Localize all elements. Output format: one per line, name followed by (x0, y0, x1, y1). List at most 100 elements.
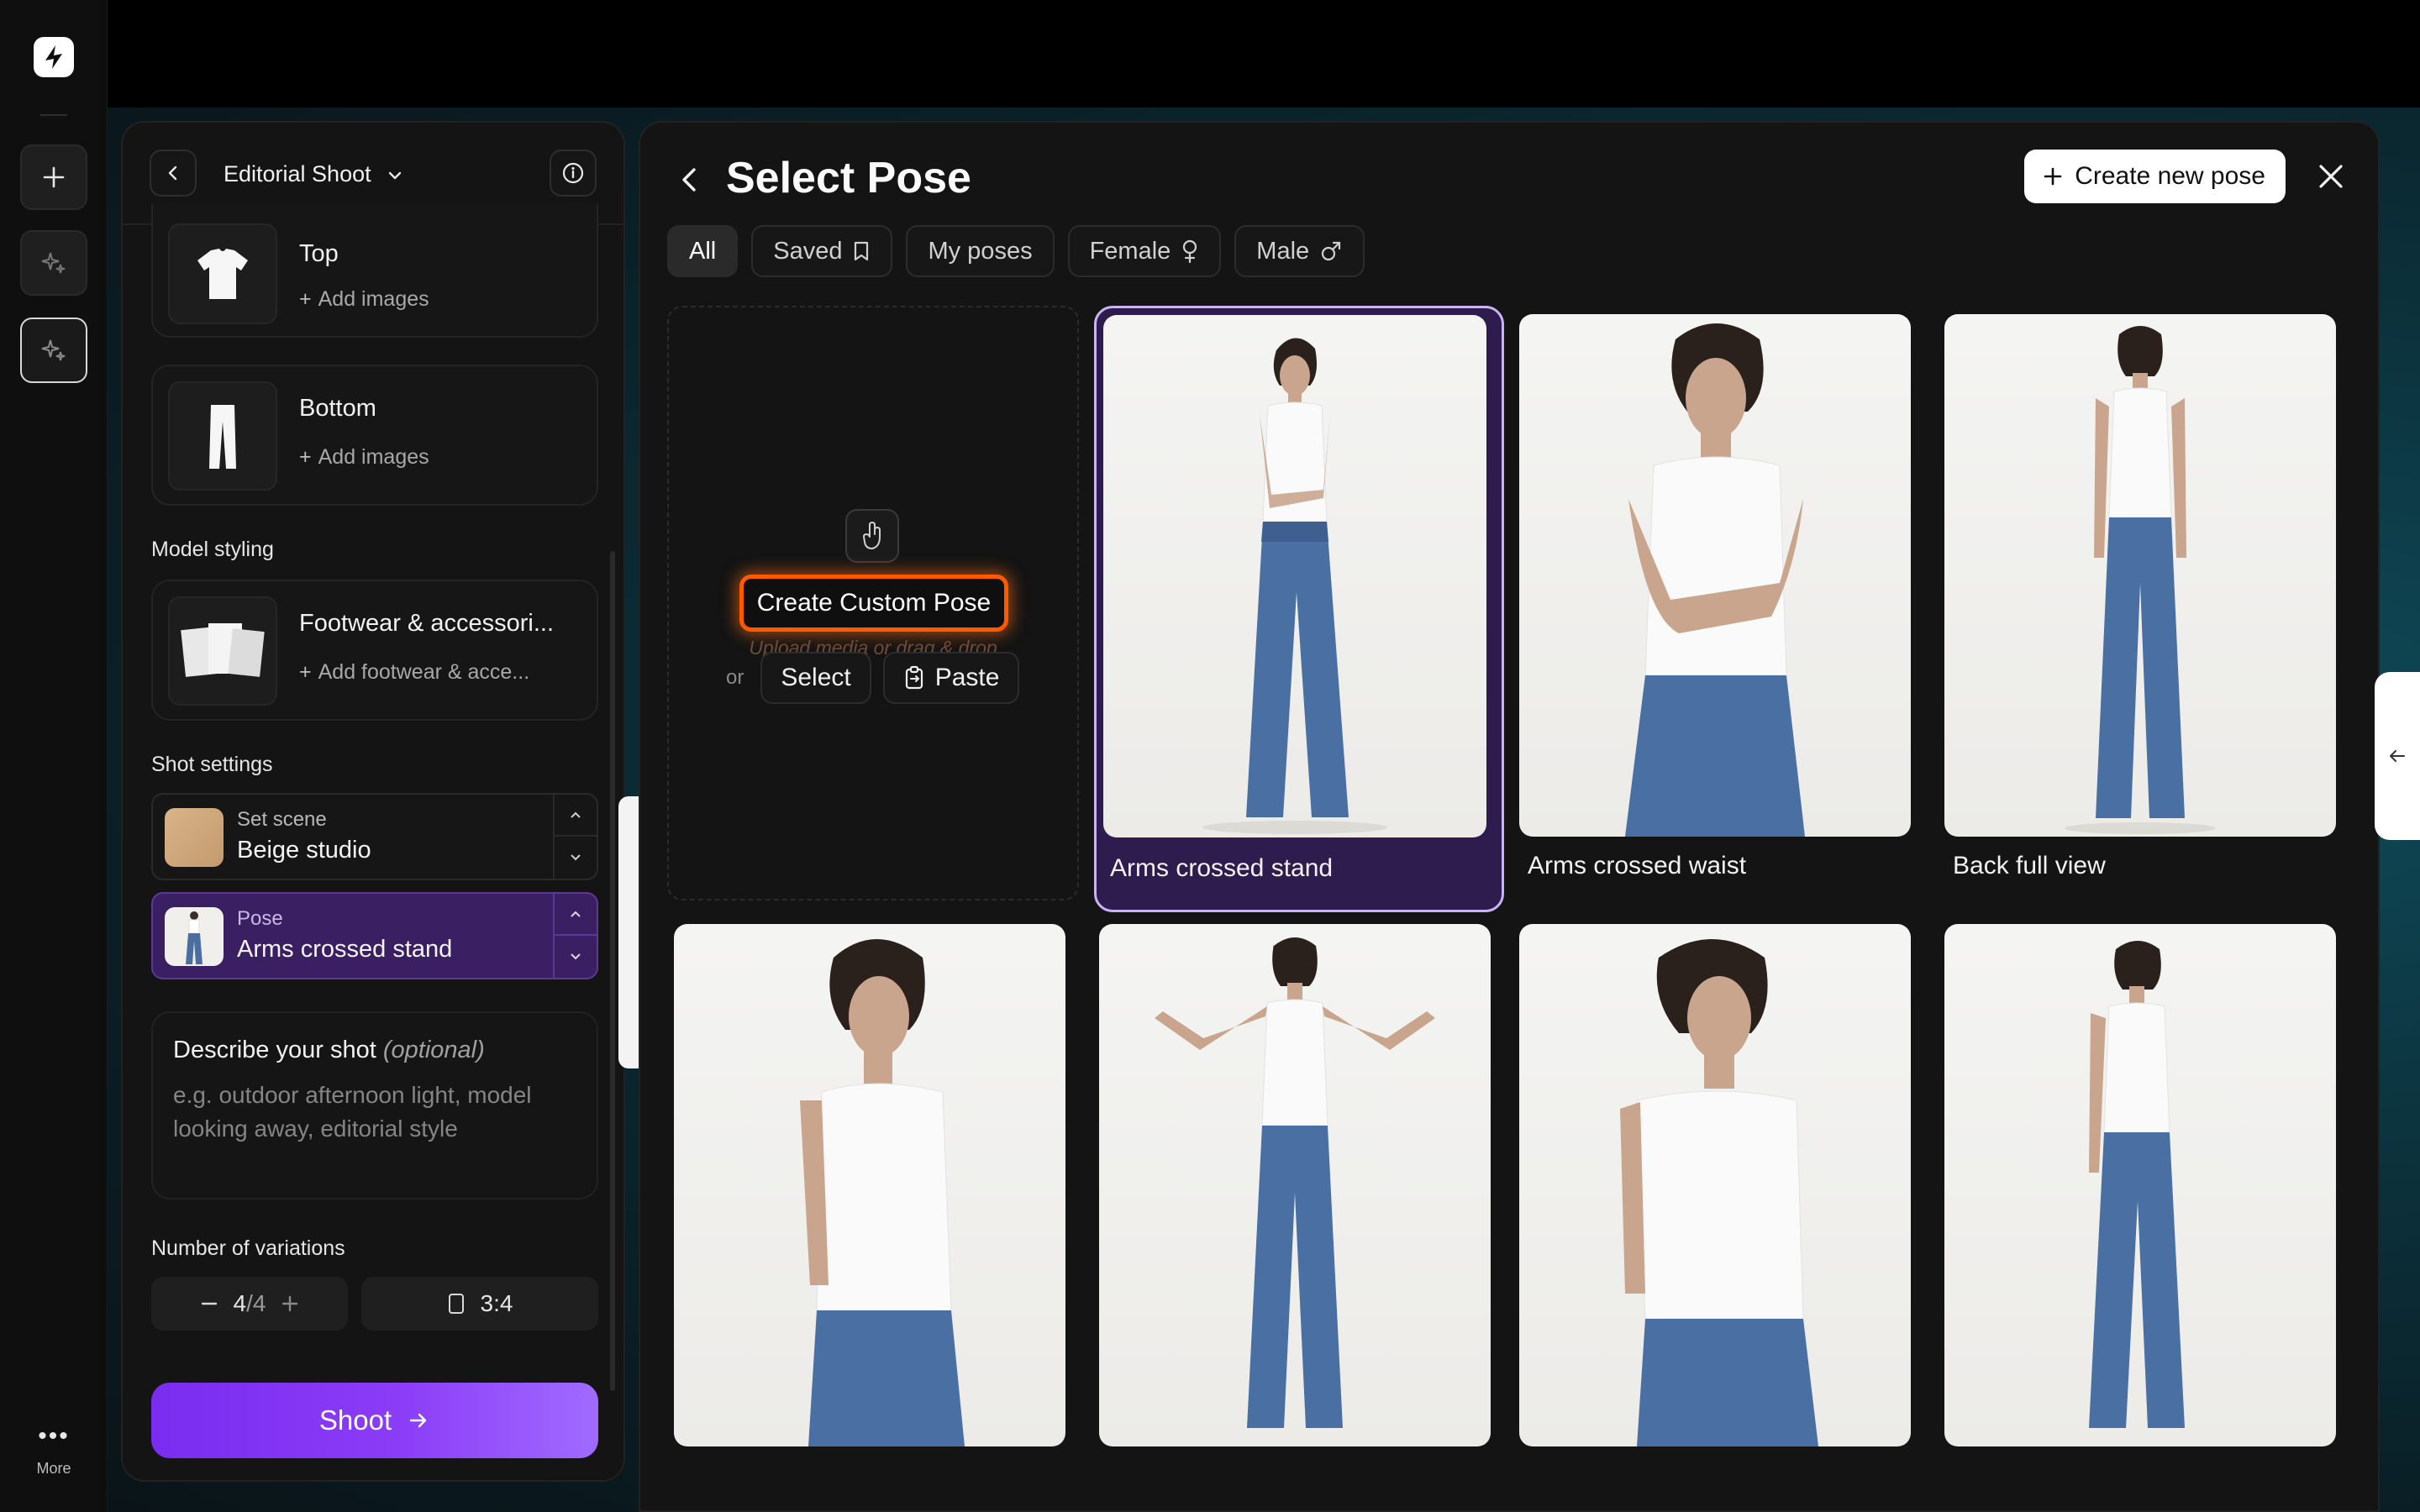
shoot-settings-panel: Editorial Shoot Top + Add images Bottom +… (121, 121, 625, 1482)
footwear-add[interactable]: + Add footwear & acce... (299, 660, 529, 685)
rail-divider (40, 114, 67, 116)
select-media-button[interactable]: Select (760, 652, 871, 704)
filter-male[interactable]: Male (1234, 225, 1365, 277)
custom-pose-actions: or Select Paste (726, 652, 1020, 704)
panel-header: Editorial Shoot (150, 150, 597, 200)
tshirt-icon (197, 249, 248, 299)
create-new-pose-label: Create new pose (2075, 162, 2265, 190)
plus-icon (43, 166, 65, 188)
app-logo-icon[interactable] (32, 35, 76, 79)
top-title: Top (299, 240, 339, 267)
arrow-right-icon (409, 1413, 427, 1428)
chevron-left-icon (682, 168, 696, 192)
pose-image (1103, 315, 1486, 837)
panel-resize-handle[interactable] (618, 796, 639, 1068)
pose-back-button[interactable] (674, 163, 704, 201)
pose-image (674, 924, 1065, 1446)
garment-bottom-card[interactable]: Bottom + Add images (151, 365, 598, 506)
scene-next-button[interactable] (555, 837, 597, 879)
pose-card-arms-crossed-stand[interactable]: Arms crossed stand (1094, 306, 1504, 912)
create-new-pose-button[interactable]: Create new pose (2024, 150, 2286, 203)
scene-setting[interactable]: Set scene Beige studio (151, 793, 598, 880)
footwear-card[interactable]: Footwear & accessori... + Add footwear & … (151, 580, 598, 721)
clipboard-icon (905, 665, 923, 690)
pose-card-arms-crossed-waist[interactable]: Arms crossed waist (1514, 306, 1916, 912)
aspect-ratio-value: 3:4 (480, 1290, 513, 1316)
top-add-images[interactable]: + Add images (299, 287, 429, 312)
left-rail: ••• More (0, 0, 108, 1512)
describe-shot-field[interactable]: Describe your shot (optional) e.g. outdo… (151, 1011, 598, 1200)
new-project-button[interactable] (20, 144, 87, 210)
pose-card-row2-3[interactable] (1514, 916, 1916, 1510)
pose-image (1519, 314, 1911, 837)
shoot-button[interactable]: Shoot (151, 1383, 598, 1458)
pose-card-row2-4[interactable] (1939, 916, 2341, 1510)
pose-prev-button[interactable] (555, 894, 597, 936)
filter-all[interactable]: All (667, 225, 739, 277)
hand-pointer-icon (845, 509, 899, 563)
chevron-down-icon (388, 171, 402, 180)
custom-pose-dropzone[interactable]: Create Custom Pose Upload media or drag … (667, 306, 1079, 900)
paste-media-button[interactable]: Paste (882, 652, 1020, 704)
footwear-thumbnail (168, 596, 277, 706)
pose-image (1519, 924, 1911, 1446)
chevron-up-icon (571, 911, 581, 917)
panel-back-button[interactable] (150, 150, 197, 197)
bottom-add-images[interactable]: + Add images (299, 445, 429, 470)
shot-settings-label: Shot settings (151, 753, 273, 776)
minus-icon[interactable] (200, 1294, 218, 1313)
footwear-title: Footwear & accessori... (299, 610, 554, 637)
pose-image (1099, 924, 1491, 1446)
aspect-ratio-button[interactable]: 3:4 (361, 1277, 598, 1331)
info-button[interactable] (550, 150, 597, 197)
arrow-left-icon (2390, 750, 2405, 762)
project-title: Editorial Shoot (224, 161, 371, 186)
female-icon (1183, 239, 1197, 264)
variations-count: 4/4 (233, 1290, 266, 1316)
pose-card-back-full-view[interactable]: Back full view (1939, 306, 2341, 912)
describe-placeholder: e.g. outdoor afternoon light, model look… (173, 1082, 532, 1142)
plus-icon[interactable] (281, 1294, 299, 1313)
sparkle-tool-button[interactable] (20, 230, 87, 296)
chevron-down-icon (571, 953, 581, 960)
pants-icon (209, 405, 236, 469)
bottom-thumbnail (168, 381, 277, 491)
pose-figure-icon (186, 911, 203, 964)
close-icon (2319, 165, 2343, 188)
expand-side-panel-button[interactable] (2375, 672, 2420, 840)
filter-saved[interactable]: Saved (751, 225, 893, 277)
info-icon (562, 162, 584, 184)
scene-prev-button[interactable] (555, 795, 597, 837)
pose-stepper (553, 894, 597, 978)
pose-thumbnail (165, 907, 224, 966)
sparkle-tool-active-button[interactable] (20, 318, 87, 383)
pose-label: Arms crossed waist (1528, 852, 1747, 879)
more-label: More (36, 1460, 71, 1477)
accessories-icon (181, 623, 265, 677)
pose-image (1944, 924, 2336, 1446)
panel-scrollbar[interactable] (610, 551, 615, 1391)
pose-card-row2-1[interactable] (666, 916, 1067, 1510)
close-button[interactable] (2314, 160, 2348, 197)
pose-card-row2-2[interactable] (1091, 916, 1492, 1510)
bottom-title: Bottom (299, 395, 376, 422)
scene-stepper (553, 795, 597, 879)
filter-female[interactable]: Female (1067, 225, 1222, 277)
pose-setting[interactable]: Pose Arms crossed stand (151, 892, 598, 979)
or-label: or (726, 666, 744, 689)
select-pose-panel: Select Pose Create new pose All Saved My… (639, 121, 2380, 1512)
male-icon (1322, 241, 1341, 261)
more-menu[interactable]: ••• More (0, 1424, 108, 1478)
variations-stepper: 4/4 (151, 1277, 348, 1331)
chevron-down-icon (571, 854, 581, 861)
garment-top-card[interactable]: Top + Add images (151, 203, 598, 338)
bookmark-icon (855, 241, 869, 261)
filter-my-poses[interactable]: My poses (906, 225, 1055, 277)
create-custom-pose-button[interactable]: Create Custom Pose (739, 575, 1008, 632)
pose-next-button[interactable] (555, 936, 597, 978)
page-title: Select Pose (726, 154, 971, 202)
pose-label: Arms crossed stand (1110, 854, 1334, 882)
project-title-dropdown[interactable]: Editorial Shoot (224, 161, 404, 187)
scene-key: Set scene (237, 808, 327, 831)
scene-value: Beige studio (237, 837, 371, 864)
